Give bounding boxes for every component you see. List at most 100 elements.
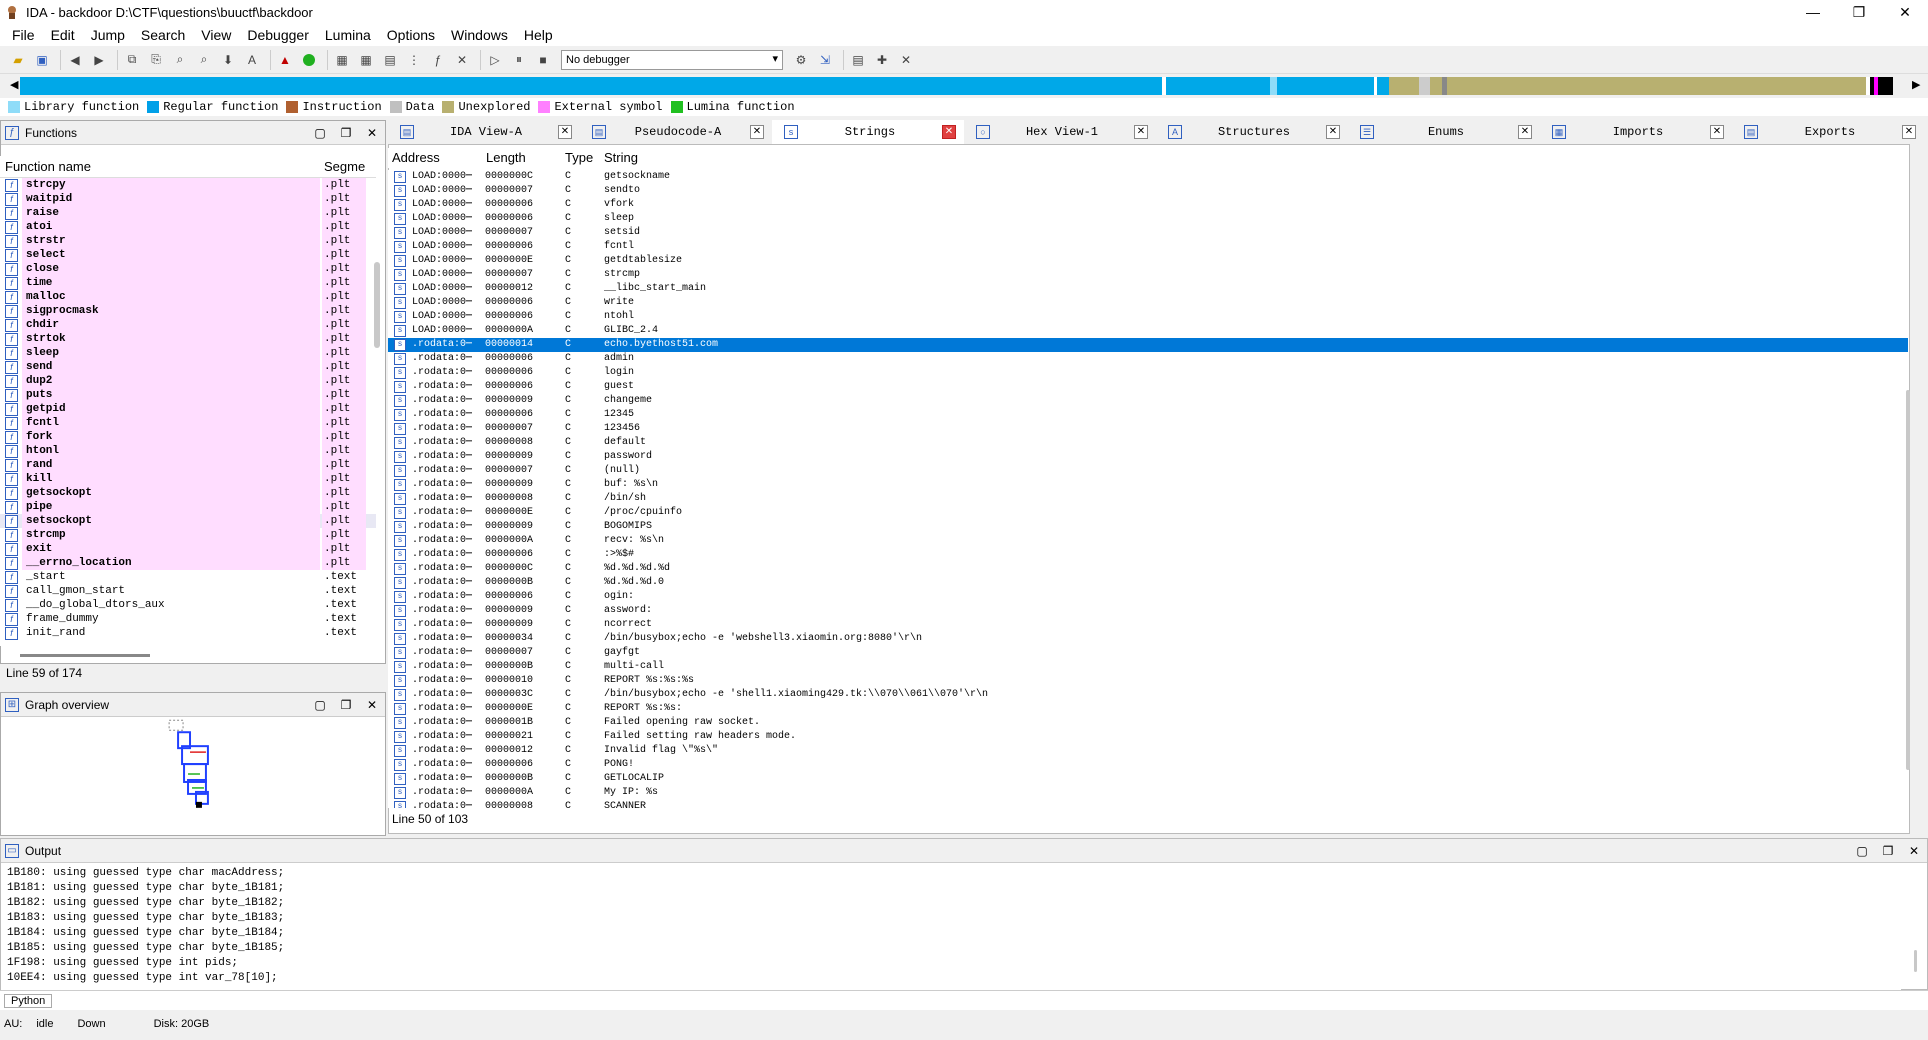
string-row[interactable]: s .rodata:0⋯ 00000009 Cpassword xyxy=(388,450,1908,464)
function-row[interactable]: f send .plt xyxy=(0,360,376,374)
status-green-icon[interactable] xyxy=(299,50,319,70)
function-row[interactable]: f time .plt xyxy=(0,276,376,290)
string-row[interactable]: s .rodata:0⋯ 00000008 C/bin/sh xyxy=(388,492,1908,506)
data-icon[interactable]: ▦ xyxy=(356,50,376,70)
menu-view[interactable]: View xyxy=(193,27,239,43)
string-row[interactable]: s .rodata:0⋯ 00000007 C 123456 xyxy=(388,422,1908,436)
string-row[interactable]: s .rodata:0⋯ 00000006 Cogin: xyxy=(388,590,1908,604)
string-row[interactable]: s .rodata:0⋯ 00000006 Clogin xyxy=(388,366,1908,380)
string-row[interactable]: s LOAD:0000⋯ 00000012 C __libc_start_main xyxy=(388,282,1908,296)
menu-help[interactable]: Help xyxy=(516,27,561,43)
pane-float-icon[interactable]: ❐ xyxy=(333,126,359,140)
struct-icon[interactable]: ▤ xyxy=(380,50,400,70)
function-icon[interactable]: ƒ xyxy=(428,50,448,70)
nav-segment[interactable] xyxy=(1377,77,1389,95)
copy-icon[interactable]: ⧉ xyxy=(122,50,142,70)
tab-structures[interactable]: A Structures ✕ xyxy=(1156,120,1348,144)
list-icon[interactable]: ▤ xyxy=(848,50,868,70)
function-row[interactable]: f fcntl .plt xyxy=(0,416,376,430)
tab-strings[interactable]: s Strings ✕ xyxy=(772,120,964,144)
function-row[interactable]: f strcpy .plt xyxy=(0,178,376,192)
function-row[interactable]: f call_gmon_start .text xyxy=(0,584,376,598)
string-row[interactable]: s .rodata:0⋯ 0000000B C %d.%d.%d.0 xyxy=(388,576,1908,590)
pane-maximize-icon[interactable]: ▢ xyxy=(307,698,333,712)
menu-windows[interactable]: Windows xyxy=(443,27,516,43)
string-row[interactable]: s LOAD:0000⋯ 0000000E Cgetdtablesize xyxy=(388,254,1908,268)
col-segment[interactable]: Segme xyxy=(324,159,365,174)
col-function-name[interactable]: Function name xyxy=(5,159,91,174)
minimize-button[interactable]: — xyxy=(1790,4,1836,21)
pane-close-icon[interactable]: ✕ xyxy=(359,126,385,140)
function-row[interactable]: f atoi .plt xyxy=(0,220,376,234)
tab-hex-view-1[interactable]: ○ Hex View-1 ✕ xyxy=(964,120,1156,144)
menu-options[interactable]: Options xyxy=(379,27,443,43)
string-row[interactable]: s .rodata:0⋯ 00000007 Cgayfgt xyxy=(388,646,1908,660)
col-length[interactable]: Length xyxy=(486,150,526,165)
tab-close-icon[interactable]: ✕ xyxy=(1326,125,1340,139)
pane-maximize-icon[interactable]: ▢ xyxy=(1849,844,1875,858)
function-row[interactable]: f __do_global_dtors_aux .text xyxy=(0,598,376,612)
string-row[interactable]: s .rodata:0⋯ 00000009 Cchangeme xyxy=(388,394,1908,408)
function-row[interactable]: f sigprocmask .plt xyxy=(0,304,376,318)
function-row[interactable]: f rand .plt xyxy=(0,458,376,472)
stop-icon[interactable]: ■ xyxy=(533,50,553,70)
output-scrollbar[interactable] xyxy=(1914,950,1917,972)
clear-breakpoints-icon[interactable]: ✕ xyxy=(896,50,916,70)
string-row[interactable]: s .rodata:0⋯ 00000008 Cdefault xyxy=(388,436,1908,450)
function-row[interactable]: f chdir .plt xyxy=(0,318,376,332)
menu-file[interactable]: File xyxy=(4,27,43,43)
functions-scrollbar[interactable] xyxy=(374,262,380,348)
function-row[interactable]: f strtok .plt xyxy=(0,332,376,346)
function-row[interactable]: f puts .plt xyxy=(0,388,376,402)
string-row[interactable]: s .rodata:0⋯ 0000000E C REPORT %s:%s: xyxy=(388,702,1908,716)
menu-search[interactable]: Search xyxy=(133,27,193,43)
download-icon[interactable]: ⬇ xyxy=(218,50,238,70)
menu-lumina[interactable]: Lumina xyxy=(317,27,379,43)
forward-icon[interactable]: ▶ xyxy=(89,50,109,70)
string-row[interactable]: s LOAD:0000⋯ 00000006 Cwrite xyxy=(388,296,1908,310)
col-address[interactable]: Address xyxy=(392,150,440,165)
function-row[interactable]: f waitpid .plt xyxy=(0,192,376,206)
string-row[interactable]: s .rodata:0⋯ 00000006 C 12345 xyxy=(388,408,1908,422)
string-row[interactable]: s .rodata:0⋯ 00000008 C SCANNER xyxy=(388,800,1908,808)
strings-scrollbar[interactable] xyxy=(1906,390,1910,770)
function-row[interactable]: f sleep .plt xyxy=(0,346,376,360)
string-row[interactable]: s LOAD:0000⋯ 00000006 Cfcntl xyxy=(388,240,1908,254)
col-string[interactable]: String xyxy=(604,150,638,165)
array-icon[interactable]: ⋮ xyxy=(404,50,424,70)
nav-segment[interactable] xyxy=(1877,77,1893,95)
string-row[interactable]: s .rodata:0⋯ 0000001B C Failed opening raw s… xyxy=(388,716,1908,730)
function-row[interactable]: f raise .plt xyxy=(0,206,376,220)
string-row[interactable]: s .rodata:0⋯ 00000012 C Invalid flag \"%s\" xyxy=(388,744,1908,758)
pane-float-icon[interactable]: ❐ xyxy=(1875,844,1901,858)
graph-overview-canvas[interactable] xyxy=(1,718,385,834)
menu-jump[interactable]: Jump xyxy=(83,27,133,43)
string-row[interactable]: s .rodata:0⋯ 00000014 Cecho.byethost51.com xyxy=(388,338,1908,352)
string-row[interactable]: s .rodata:0⋯ 00000009 Cbuf: %s\n xyxy=(388,478,1908,492)
navigation-bar[interactable] xyxy=(20,77,1908,95)
nav-segment[interactable] xyxy=(20,77,1163,95)
function-row[interactable]: f __errno_location .plt xyxy=(0,556,376,570)
nav-segment[interactable] xyxy=(1269,77,1278,95)
pane-maximize-icon[interactable]: ▢ xyxy=(307,126,333,140)
function-row[interactable]: f frame_dummy .text xyxy=(0,612,376,626)
save-icon[interactable]: ▣ xyxy=(32,50,52,70)
function-row[interactable]: f exit .plt xyxy=(0,542,376,556)
menu-debugger[interactable]: Debugger xyxy=(239,27,317,43)
nav-segment[interactable] xyxy=(1430,77,1442,95)
string-row[interactable]: s .rodata:0⋯ 0000000B Cmulti-call xyxy=(388,660,1908,674)
function-row[interactable]: f dup2 .plt xyxy=(0,374,376,388)
string-row[interactable]: s LOAD:0000⋯ 00000006 Cntohl xyxy=(388,310,1908,324)
function-row[interactable]: f getsockopt .plt xyxy=(0,486,376,500)
attach-icon[interactable]: ⇲ xyxy=(815,50,835,70)
nav-left-arrow-icon[interactable]: ◀ xyxy=(10,78,18,91)
close-button[interactable]: ✕ xyxy=(1882,4,1928,21)
nav-segment[interactable] xyxy=(1388,77,1419,95)
pane-float-icon[interactable]: ❐ xyxy=(333,698,359,712)
nav-segment[interactable] xyxy=(1447,77,1867,95)
text-search-icon[interactable]: ⌕ xyxy=(170,50,190,70)
function-row[interactable]: f malloc .plt xyxy=(0,290,376,304)
string-row[interactable]: s .rodata:0⋯ 00000006 C:>%$# xyxy=(388,548,1908,562)
function-row[interactable]: f _start .text xyxy=(0,570,376,584)
string-row[interactable]: s .rodata:0⋯ 00000009 Cncorrect xyxy=(388,618,1908,632)
